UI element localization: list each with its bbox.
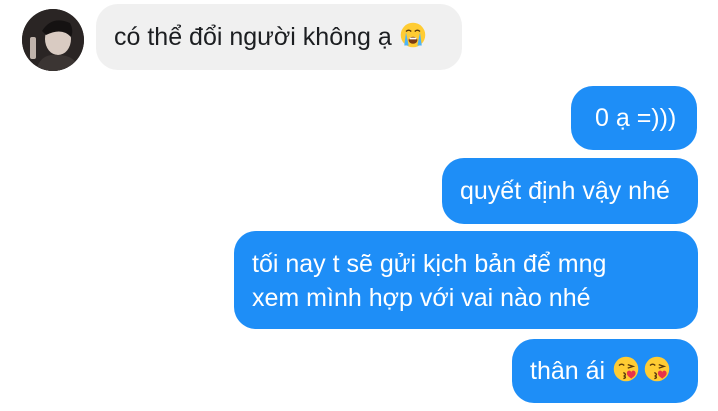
outgoing-message[interactable]: tối nay t sẽ gửi kịch bản để mng xem mìn… [234, 231, 698, 329]
kiss-face-icon [643, 355, 671, 383]
message-text-line: tối nay t sẽ gửi kịch bản để mng [252, 250, 607, 278]
kiss-face-icon [612, 355, 640, 383]
outgoing-message[interactable]: thân ái [512, 339, 698, 403]
message-text: 0 ạ =))) [595, 104, 677, 132]
avatar[interactable] [22, 9, 84, 71]
incoming-message[interactable]: có thể đổi người không ạ [96, 4, 462, 70]
message-text-line: xem mình hợp với vai nào nhé [252, 284, 591, 312]
message-text: có thể đổi người không ạ [114, 23, 392, 51]
outgoing-message[interactable]: 0 ạ =))) [571, 86, 697, 150]
outgoing-message[interactable]: quyết định vậy nhé [442, 158, 698, 224]
message-text: quyết định vậy nhé [460, 177, 670, 205]
chat-thread: có thể đổi người không ạ 0 ạ =))) quyết … [0, 0, 718, 411]
crying-face-icon [399, 21, 427, 49]
message-text: thân ái [530, 357, 606, 385]
